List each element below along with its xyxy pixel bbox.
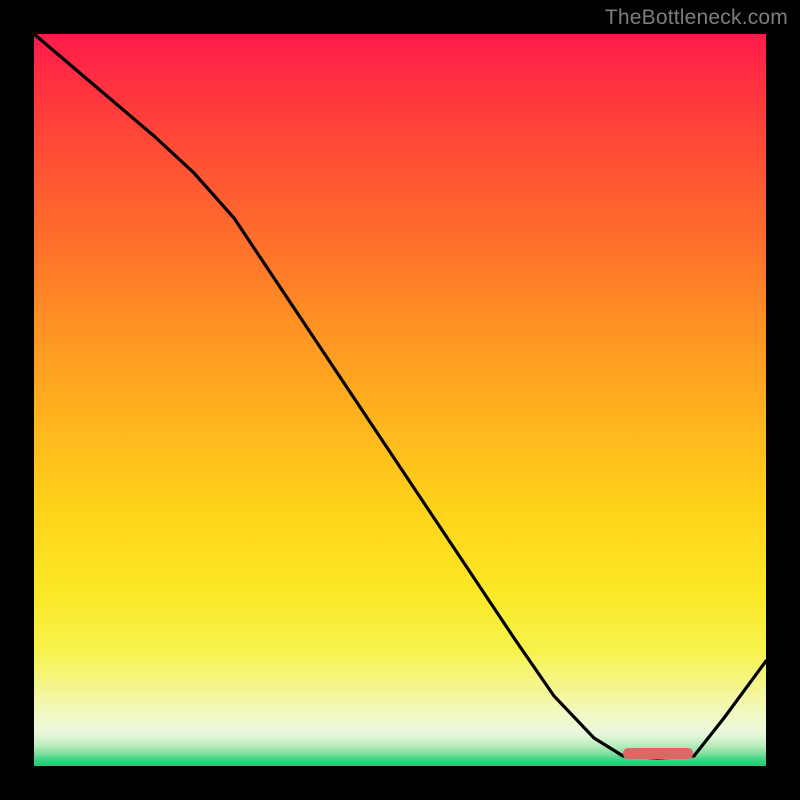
bottleneck-curve	[34, 34, 766, 766]
plot-area	[34, 34, 766, 766]
watermark-text: TheBottleneck.com	[605, 6, 788, 30]
chart-frame: TheBottleneck.com	[0, 0, 800, 800]
optimum-marker	[623, 748, 693, 759]
